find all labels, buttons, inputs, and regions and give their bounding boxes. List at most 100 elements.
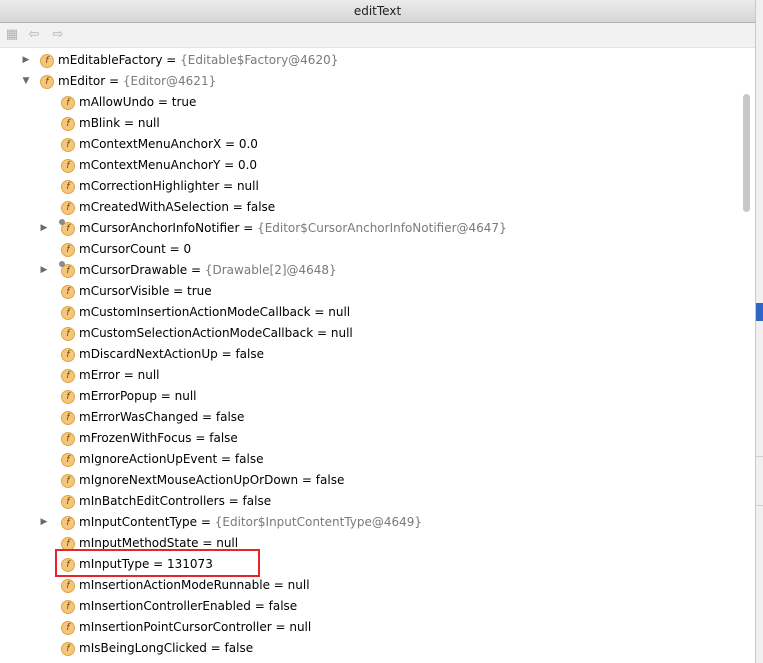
variable-entry: mCustomSelectionActionModeCallback = nul… [79,323,353,344]
field-icon: f [61,495,75,509]
field-icon: f [61,642,75,656]
tree-row[interactable]: f mErrorPopup = null [0,386,740,407]
tree-row[interactable]: f mDiscardNextActionUp = false [0,344,740,365]
variable-value: null [328,305,351,319]
variable-name: mDiscardNextActionUp [79,347,218,361]
field-icon: f [61,348,75,362]
variable-name: mInsertionActionModeRunnable [79,578,270,592]
variable-entry: mDiscardNextActionUp = false [79,344,264,365]
tree-row[interactable]: ▶ f mEditableFactory = {Editable$Factory@4… [0,50,740,71]
variable-name: mCustomSelectionActionModeCallback [79,326,314,340]
field-icon: f [61,558,75,572]
variable-entry: mIgnoreActionUpEvent = false [79,449,263,470]
tree-row[interactable]: f mInsertionActionModeRunnable = null [0,575,740,596]
variable-value: false [215,410,245,424]
equals-sign: = [298,473,316,487]
variable-entry: mAllowUndo = true [79,92,196,113]
tree-row[interactable]: f mCustomSelectionActionModeCallback = nu… [0,323,740,344]
tree-row[interactable]: f mCustomInsertionActionModeCallback = nu… [0,302,740,323]
equals-sign: = [217,452,235,466]
equals-sign: = [105,74,123,88]
equals-sign: = [239,221,258,235]
adjacent-editor-pane [755,0,763,663]
tree-row[interactable]: f mIsBeingLongClicked = false [0,638,740,659]
tree-row[interactable]: f mIgnoreActionUpEvent = false [0,449,740,470]
equals-sign: = [149,557,168,571]
variable-name: mInsertionPointCursorController [79,620,272,634]
tree-row[interactable]: f mContextMenuAnchorX = 0.0 [0,134,740,155]
equals-sign: = [156,389,175,403]
variable-name: mContextMenuAnchorY [79,158,221,172]
variables-tree[interactable]: ▶ f mEditableFactory = {Editable$Factory@4… [0,48,740,663]
variable-name: mIsBeingLongClicked [79,641,207,655]
equals-sign: = [162,53,181,67]
variable-entry: mInsertionActionModeRunnable = null [79,575,310,596]
variable-name: mInBatchEditControllers [79,494,225,508]
tree-row[interactable]: ▶ f mCursorDrawable = {Drawable[2]@4648} [0,260,740,281]
variable-value: 0 [183,242,192,256]
tree-row[interactable]: f mAllowUndo = true [0,92,740,113]
tree-row[interactable]: f mCorrectionHighlighter = null [0,176,740,197]
tree-row[interactable]: f mInsertionControllerEnabled = false [0,596,740,617]
variable-value: true [187,284,212,298]
tree-row[interactable]: f mFrozenWithFocus = false [0,428,740,449]
expand-arrow-icon[interactable]: ▼ [20,71,32,92]
variable-entry: mInsertionPointCursorController = null [79,617,311,638]
collapse-arrow-icon[interactable]: ▶ [20,50,32,71]
field-icon: f [61,369,75,383]
tree-row[interactable]: f mInsertionPointCursorController = null [0,617,740,638]
variable-value: false [224,641,254,655]
variable-name: mIgnoreNextMouseActionUpOrDown [79,473,299,487]
field-icon: f [61,432,75,446]
variable-name: mEditableFactory [58,53,163,67]
tree-row[interactable]: ▼ f mEditor = {Editor@4621} [0,71,740,92]
tree-row[interactable]: f mCursorVisible = true [0,281,740,302]
variable-name: mCursorDrawable [79,263,188,277]
tree-row[interactable]: f mIgnoreNextMouseActionUpOrDown = false [0,470,740,491]
variable-value: false [209,431,238,445]
collapse-arrow-icon[interactable]: ▶ [38,512,50,533]
tree-row[interactable]: f mBlink = null [0,113,740,134]
back-arrow-icon[interactable]: ⇦ [26,27,42,43]
variable-name: mContextMenuAnchorX [79,137,222,151]
stack-icon[interactable]: ▦ [4,27,20,43]
equals-sign: = [219,179,237,193]
collapse-arrow-icon[interactable]: ▶ [38,218,50,239]
field-icon: f [61,180,75,194]
vertical-scrollbar[interactable] [741,48,753,663]
forward-arrow-icon[interactable]: ⇨ [50,27,66,43]
field-icon: f [61,537,75,551]
tree-row[interactable]: f mContextMenuAnchorY = 0.0 [0,155,740,176]
variable-value: 0.0 [237,158,258,172]
tree-row[interactable]: f mErrorWasChanged = false [0,407,740,428]
variable-name: mAllowUndo [79,95,155,109]
tree-row[interactable]: f mCursorCount = 0 [0,239,740,260]
variable-value: null [330,326,353,340]
tree-row[interactable]: f mInputType = 131073 [0,554,740,575]
equals-sign: = [206,641,225,655]
variable-name: mError [79,368,120,382]
equals-sign: = [154,95,172,109]
variable-name: mCursorVisible [79,284,170,298]
variable-value: null [287,578,310,592]
collapse-arrow-icon[interactable]: ▶ [38,260,50,281]
equals-sign: = [119,368,138,382]
tree-row[interactable]: f mError = null [0,365,740,386]
tree-row[interactable]: f mInputMethodState = null [0,533,740,554]
variable-entry: mErrorWasChanged = false [79,407,244,428]
tree-row[interactable]: ▶ f mInputContentType = {Editor$InputConte… [0,512,740,533]
variable-value: {Editor$CursorAnchorInfoNotifier@4647} [257,221,507,235]
tree-row[interactable]: f mCreatedWithASelection = false [0,197,740,218]
variable-value: null [236,179,259,193]
variable-value: false [235,347,264,361]
variable-value: false [315,473,345,487]
field-icon: f [61,516,75,530]
field-icon: f [61,159,75,173]
scrollbar-thumb[interactable] [743,94,750,212]
variable-entry: mEditor = {Editor@4621} [58,71,216,92]
variable-entry: mInputContentType = {Editor$InputContent… [79,512,422,533]
tree-row[interactable]: ▶ f mCursorAnchorInfoNotifier = {Editor$Cu… [0,218,740,239]
variable-entry: mCursorAnchorInfoNotifier = {Editor$Curs… [79,218,507,239]
variable-value: null [289,620,312,634]
tree-row[interactable]: f mInBatchEditControllers = false [0,491,740,512]
